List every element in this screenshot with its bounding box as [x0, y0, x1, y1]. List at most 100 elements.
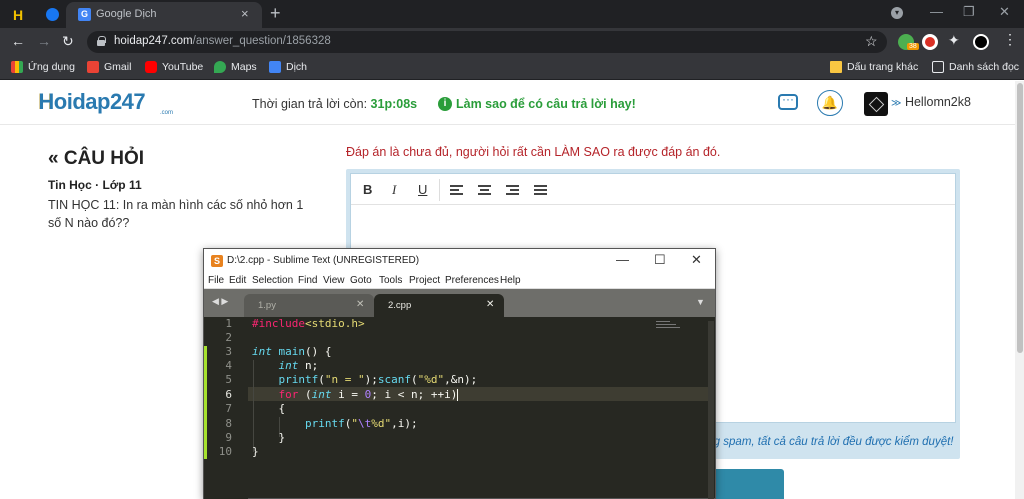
menu-help[interactable]: Help: [500, 275, 521, 286]
bookmark-label: Dấu trang khác: [847, 61, 919, 73]
browser-tab-bar: H G Google Dịch × + ▾ — ❐ ✕: [0, 0, 1024, 28]
menu-goto[interactable]: Goto: [350, 275, 372, 286]
menu-edit[interactable]: Edit: [229, 275, 246, 286]
menu-view[interactable]: View: [323, 275, 345, 286]
url-text[interactable]: hoidap247.com/answer_question/1856328: [114, 35, 331, 47]
minimap[interactable]: [656, 321, 686, 335]
bookmark-youtube[interactable]: YouTube: [145, 61, 203, 73]
sublime-title-bar[interactable]: S D:\2.cpp - Sublime Text (UNREGISTERED)…: [204, 249, 715, 273]
sublime-maximize-icon[interactable]: ☐: [654, 252, 666, 268]
italic-button[interactable]: I: [392, 182, 396, 198]
tab-facebook[interactable]: [36, 3, 64, 25]
line-number: 7: [225, 402, 232, 415]
reading-list-button[interactable]: Danh sách đọc: [932, 61, 1019, 73]
facebook-favicon-icon: [46, 8, 59, 21]
code-line-3[interactable]: int main() {: [252, 345, 332, 358]
user-name: Hellomn2k8: [904, 95, 971, 109]
moderation-note: ừng spam, tất cả câu trả lời đều được ki…: [700, 436, 954, 448]
bookmark-star-icon[interactable]: ☆: [865, 33, 878, 50]
menu-tools[interactable]: Tools: [379, 275, 402, 286]
user-avatar[interactable]: [864, 92, 888, 116]
code-line-6[interactable]: for (int i = 0; i < n; ++i): [252, 388, 459, 401]
site-logo[interactable]: HHoidap247: [38, 89, 146, 115]
answer-warning: Đáp án là chưa đủ, người hỏi rất cần LÀM…: [346, 145, 721, 159]
chat-icon[interactable]: [778, 92, 798, 110]
menu-project[interactable]: Project: [409, 275, 440, 286]
code-line-1[interactable]: #include<stdio.h>: [252, 317, 365, 330]
sublime-text-window[interactable]: S D:\2.cpp - Sublime Text (UNREGISTERED)…: [203, 248, 716, 499]
sublime-window-title: D:\2.cpp - Sublime Text (UNREGISTERED): [227, 255, 420, 266]
bookmark-gmail[interactable]: Gmail: [87, 61, 131, 73]
bold-button[interactable]: B: [363, 182, 372, 197]
google-translate-icon: G: [78, 8, 91, 21]
menu-selection[interactable]: Selection: [252, 275, 293, 286]
align-center-icon[interactable]: [478, 185, 491, 195]
tab-close-icon[interactable]: ✕: [486, 299, 494, 310]
align-justify-icon[interactable]: [534, 185, 547, 195]
answer-tip-link[interactable]: i Làm sao để có câu trả lời hay!: [438, 97, 636, 111]
tab-dropdown-icon[interactable]: ▼: [696, 297, 705, 307]
reading-list-icon: [932, 61, 944, 73]
tab-hoidap247[interactable]: H: [6, 3, 32, 25]
bookmark-label: Ứng dụng: [28, 61, 75, 73]
extension-record-icon[interactable]: [922, 34, 938, 50]
tab-search-icon[interactable]: ▾: [891, 7, 903, 19]
line-number: 2: [225, 331, 232, 344]
bookmark-dich[interactable]: Dịch: [269, 61, 307, 73]
bookmark-folder-other[interactable]: Dấu trang khác: [830, 61, 918, 73]
tab-2-cpp[interactable]: 2.cpp ✕: [374, 294, 504, 317]
bookmarks-bar: Ứng dụng Gmail YouTube Maps Dịch Dấu tra…: [0, 56, 1024, 80]
tab-google-translate[interactable]: G Google Dịch ×: [66, 2, 262, 28]
code-line-10[interactable]: }: [252, 445, 259, 458]
close-window-icon[interactable]: ✕: [999, 4, 1010, 20]
sublime-close-icon[interactable]: ✕: [691, 252, 702, 268]
code-line-4[interactable]: int n;: [252, 359, 319, 372]
back-icon[interactable]: ←: [11, 33, 25, 49]
address-bar[interactable]: hoidap247.com/answer_question/1856328 ☆: [87, 31, 887, 53]
user-menu[interactable]: ≫ Hellomn2k8: [891, 95, 971, 109]
align-right-icon[interactable]: [506, 185, 519, 195]
forward-icon[interactable]: →: [37, 33, 51, 49]
folder-icon: [830, 61, 842, 73]
bookmark-apps[interactable]: Ứng dụng: [11, 61, 75, 73]
page-scrollbar[interactable]: [1015, 81, 1024, 499]
text-cursor: [457, 389, 459, 401]
notification-bell-icon[interactable]: 🔔: [817, 90, 843, 116]
menu-find[interactable]: Find: [298, 275, 317, 286]
question-subject: Tin Học · Lớp 11: [48, 178, 142, 192]
timer-value: 31p:08s: [370, 97, 418, 111]
chrome-menu-icon[interactable]: ⋮: [1003, 31, 1017, 48]
code-line-8[interactable]: printf("\t%d",i);: [252, 417, 418, 430]
menu-preferences[interactable]: Preferences: [445, 275, 499, 286]
extension-badge: 38: [907, 43, 919, 50]
profile-avatar-icon[interactable]: [973, 34, 989, 50]
sublime-logo-icon: S: [211, 255, 223, 267]
minimize-icon[interactable]: —: [930, 4, 943, 19]
lock-icon: [97, 36, 106, 46]
tab-close-icon[interactable]: ✕: [356, 299, 364, 310]
code-line-9[interactable]: }: [252, 431, 285, 444]
scrollbar-thumb[interactable]: [1017, 83, 1023, 353]
bookmark-label: YouTube: [162, 61, 204, 73]
sublime-minimize-icon[interactable]: —: [616, 252, 629, 267]
menu-file[interactable]: File: [208, 275, 224, 286]
sublime-menu-bar: File Edit Selection Find View Goto Tools…: [204, 273, 715, 289]
tab-1-py[interactable]: 1.py ✕: [244, 294, 374, 317]
sublime-scrollbar[interactable]: [708, 321, 714, 499]
reload-icon[interactable]: ↻: [62, 33, 74, 50]
new-tab-button[interactable]: +: [270, 3, 281, 24]
tab-label: 1.py: [258, 300, 276, 311]
underline-button[interactable]: U: [418, 182, 427, 197]
bookmark-maps[interactable]: Maps: [214, 61, 257, 73]
browser-toolbar: ← → ↻ hoidap247.com/answer_question/1856…: [0, 28, 1024, 56]
align-left-icon[interactable]: [450, 185, 463, 195]
extensions-puzzle-icon[interactable]: ✦: [948, 32, 960, 49]
tab-close-icon[interactable]: ×: [241, 6, 249, 21]
restore-icon[interactable]: ❐: [963, 4, 975, 20]
code-line-5[interactable]: printf("n = ");scanf("%d",&n);: [252, 373, 478, 386]
code-line-7[interactable]: {: [252, 402, 285, 415]
tab-scroll-arrows-icon[interactable]: ◀ ▶: [212, 296, 228, 307]
submit-answer-button[interactable]: [712, 469, 784, 499]
bookmark-label: Danh sách đọc: [949, 61, 1020, 73]
bookmark-label: Gmail: [104, 61, 132, 73]
